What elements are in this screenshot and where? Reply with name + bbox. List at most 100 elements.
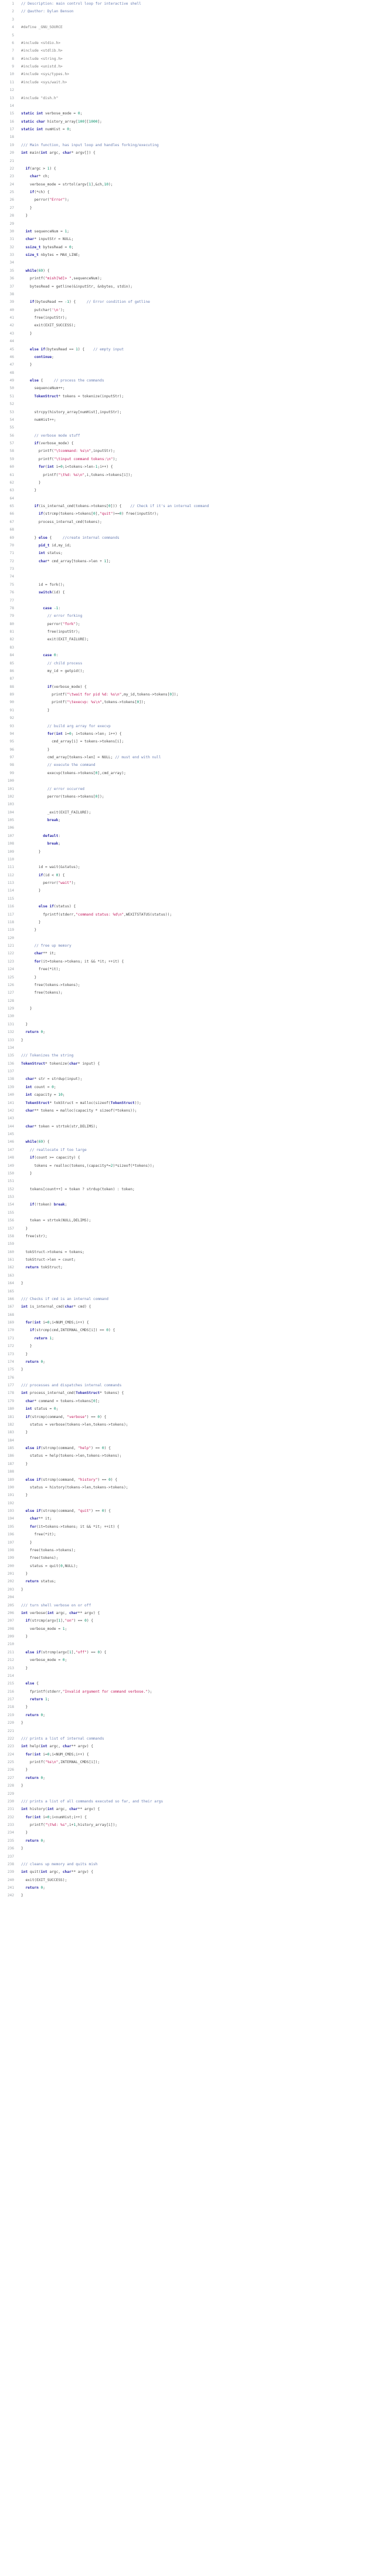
code-line[interactable]: 211 else if(strcmp(argv[1],"off") == 0) …: [0, 1649, 381, 1656]
code-line[interactable]: 115: [0, 895, 381, 903]
code-line[interactable]: 111 id = wait(&status);: [0, 863, 381, 871]
code-line[interactable]: 112 if(id < 0) {: [0, 872, 381, 879]
code-line[interactable]: 209 }: [0, 1633, 381, 1640]
code-line[interactable]: 238 /// cleans up memory and quits mish: [0, 1861, 381, 1868]
code-line[interactable]: 116 else if(status) {: [0, 903, 381, 910]
code-line[interactable]: 13 #include "dish.h": [0, 94, 381, 102]
code-line[interactable]: 1 // Description: main control loop for i…: [0, 0, 381, 8]
code-line[interactable]: 147 // reallocate if too large: [0, 1146, 381, 1154]
code-line[interactable]: 60 for(int i=0;i<tokens->len-1;i++) {: [0, 463, 381, 471]
code-line[interactable]: 52: [0, 400, 381, 408]
code-line[interactable]: 10 #include <sys/types.h>: [0, 70, 381, 78]
code-line[interactable]: 18: [0, 133, 381, 141]
code-line[interactable]: 151: [0, 1177, 381, 1185]
code-line[interactable]: 53 strcpy(history_array[numHist],inputSt…: [0, 408, 381, 416]
code-line[interactable]: 199 free(tokens);: [0, 1554, 381, 1562]
code-line[interactable]: 91 }: [0, 707, 381, 714]
code-line[interactable]: 171 return 1;: [0, 1335, 381, 1342]
code-line[interactable]: 134: [0, 1044, 381, 1052]
code-line[interactable]: 234 }: [0, 1829, 381, 1836]
code-line[interactable]: 138 char* str = strdup(input);: [0, 1075, 381, 1083]
code-line[interactable]: 96 }: [0, 746, 381, 754]
code-line[interactable]: 89 printf("\twait for pid %d: %s\n",my_i…: [0, 691, 381, 698]
code-line[interactable]: 12: [0, 86, 381, 94]
code-line[interactable]: 213 }: [0, 1665, 381, 1672]
code-line[interactable]: 57 if(verbose_mode) {: [0, 440, 381, 447]
code-line[interactable]: 98 // execute the command: [0, 761, 381, 769]
code-line[interactable]: 123 for(it=tokens->tokens; it && *it; ++…: [0, 958, 381, 965]
code-line[interactable]: 64: [0, 495, 381, 502]
code-line[interactable]: 99 execvp(tokens->tokens[0],cmd_array);: [0, 769, 381, 777]
code-line[interactable]: 59 printf("\tinput command tokens:\n");: [0, 455, 381, 463]
code-line[interactable]: 235 return 0;: [0, 1837, 381, 1845]
code-line[interactable]: 30 int sequenceNum = 1;: [0, 228, 381, 235]
code-line[interactable]: 176: [0, 1374, 381, 1382]
code-line[interactable]: 140 int capacity = 10;: [0, 1091, 381, 1099]
code-line[interactable]: 44: [0, 337, 381, 345]
code-line[interactable]: 155: [0, 1209, 381, 1217]
code-line[interactable]: 148 if(count >= capacity) {: [0, 1154, 381, 1162]
code-line[interactable]: 237: [0, 1853, 381, 1861]
code-line[interactable]: 40 putchar('\n');: [0, 306, 381, 314]
code-line[interactable]: 48: [0, 369, 381, 377]
code-line[interactable]: 95 cmd_array[i] = tokens->tokens[i];: [0, 738, 381, 745]
code-line[interactable]: 174 return 0;: [0, 1358, 381, 1366]
code-line[interactable]: 120: [0, 934, 381, 942]
code-line[interactable]: 118 }: [0, 919, 381, 926]
code-line[interactable]: 84 case 0:: [0, 651, 381, 659]
code-line[interactable]: 35 while(69) {: [0, 267, 381, 275]
code-line[interactable]: 33 size_t nbytes = MAX_LINE;: [0, 251, 381, 259]
code-line[interactable]: 153: [0, 1193, 381, 1201]
code-line[interactable]: 136 TokenStruct* tokenize(char* input) {: [0, 1060, 381, 1068]
code-line[interactable]: 119 }: [0, 926, 381, 934]
code-line[interactable]: 117 fprintf(stderr,"command status: %d\n…: [0, 911, 381, 919]
code-line[interactable]: 76 switch(id) {: [0, 589, 381, 596]
code-line[interactable]: 189 else if(strcmp(command, "history") =…: [0, 1476, 381, 1484]
code-line[interactable]: 103: [0, 801, 381, 808]
code-line[interactable]: 127 free(tokens);: [0, 989, 381, 997]
code-line[interactable]: 128: [0, 997, 381, 1005]
code-line[interactable]: 150 }: [0, 1170, 381, 1177]
code-line[interactable]: 152 tokens[count++] = token ? strdup(tok…: [0, 1186, 381, 1193]
code-line[interactable]: 37 bytesRead = getline(&inputStr, &nbyte…: [0, 283, 381, 291]
code-line[interactable]: 180 int status = 0;: [0, 1405, 381, 1413]
code-line[interactable]: 202 return status;: [0, 1578, 381, 1585]
code-line[interactable]: 68: [0, 526, 381, 534]
code-line[interactable]: 208 verbose_mode = 1;: [0, 1625, 381, 1633]
code-line[interactable]: 144 char* token = strtok(str,DELIMS);: [0, 1123, 381, 1130]
code-line[interactable]: 6 #include <stdio.h>: [0, 39, 381, 47]
code-line[interactable]: 26 perror("Error");: [0, 196, 381, 204]
code-line[interactable]: 42 exit(EXIT_SUCCESS);: [0, 322, 381, 329]
code-line[interactable]: 82 exit(EXIT_FAILURE);: [0, 636, 381, 643]
code-line[interactable]: 224 for(int i=0;i<NUM_CMDS;i++) {: [0, 1751, 381, 1758]
code-line[interactable]: 157 }: [0, 1225, 381, 1233]
code-line[interactable]: 143: [0, 1115, 381, 1122]
code-line[interactable]: 11 #include <sys/wait.h>: [0, 79, 381, 86]
code-line[interactable]: 78 case -1:: [0, 605, 381, 612]
code-line[interactable]: 3: [0, 16, 381, 23]
code-line[interactable]: 198 free(tokens->tokens);: [0, 1547, 381, 1554]
code-line[interactable]: 160 tokStruct->tokens = tokens;: [0, 1248, 381, 1256]
code-line[interactable]: 137: [0, 1068, 381, 1075]
code-line[interactable]: 212 verbose_mode = 0;: [0, 1656, 381, 1664]
code-line[interactable]: 51 TokenStruct* tokens = tokenize(inputS…: [0, 393, 381, 400]
code-line[interactable]: 156 token = strtok(NULL,DELIMS);: [0, 1217, 381, 1224]
code-line[interactable]: 21: [0, 157, 381, 165]
code-line[interactable]: 239 int quit(int argc, char** argv) {: [0, 1868, 381, 1876]
code-line[interactable]: 177 /// processes and dispatches internal…: [0, 1382, 381, 1389]
code-line[interactable]: 141 TokenStruct* tokStruct = malloc(size…: [0, 1099, 381, 1107]
code-line[interactable]: 229: [0, 1790, 381, 1798]
code-line[interactable]: 81 free(inputStr);: [0, 628, 381, 636]
code-line[interactable]: 2 // @author: Dylan Benson: [0, 8, 381, 15]
code-line[interactable]: 241 return 0;: [0, 1884, 381, 1892]
code-line[interactable]: 23 char* ch;: [0, 173, 381, 180]
code-line[interactable]: 161 tokStruct->len = count;: [0, 1256, 381, 1264]
code-line[interactable]: 29: [0, 220, 381, 228]
code-line[interactable]: 154 if(!token) break;: [0, 1201, 381, 1208]
code-line[interactable]: 188: [0, 1468, 381, 1476]
code-line[interactable]: 72 char* cmd_array[tokens->len + 1];: [0, 558, 381, 565]
code-line[interactable]: 201 }: [0, 1570, 381, 1578]
code-line[interactable]: 61 printf("\t%d: %s\n",i,tokens->tokens[…: [0, 471, 381, 479]
code-line[interactable]: 186 status = help(tokens->len,tokens->to…: [0, 1452, 381, 1460]
code-line[interactable]: 214: [0, 1672, 381, 1680]
